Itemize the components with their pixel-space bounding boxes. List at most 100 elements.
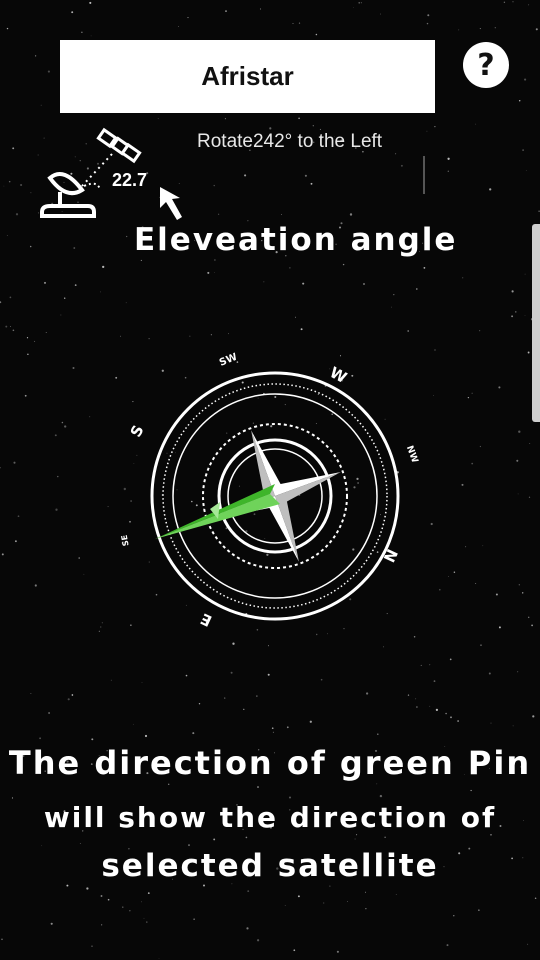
- star-dot: [426, 22, 429, 25]
- star-dot: [479, 28, 481, 30]
- star-dot: [435, 708, 439, 712]
- star-dot: [446, 944, 449, 947]
- star-dot: [192, 732, 195, 735]
- star-dot: [146, 921, 148, 923]
- star-dot: [426, 130, 428, 132]
- star-dot: [259, 8, 261, 10]
- caption-line-2: will show the direction of: [43, 801, 497, 834]
- star-dot: [210, 334, 212, 336]
- star-dot: [193, 918, 195, 920]
- star-dot: [354, 838, 356, 840]
- star-dot: [132, 723, 134, 725]
- star-dot: [479, 330, 481, 332]
- star-dot: [400, 164, 403, 167]
- star-dot: [101, 924, 103, 926]
- star-dot: [415, 698, 417, 700]
- star-dot: [480, 644, 482, 646]
- star-dot: [461, 483, 464, 486]
- star-dot: [141, 901, 142, 903]
- star-dot: [312, 125, 314, 127]
- star-dot: [284, 905, 286, 906]
- star-dot: [447, 170, 449, 172]
- star-dot: [447, 157, 450, 160]
- star-dot: [230, 671, 233, 674]
- star-dot: [148, 338, 150, 340]
- star-dot: [187, 17, 189, 19]
- star-dot: [11, 797, 14, 799]
- star-dot: [30, 692, 32, 694]
- star-dot: [347, 901, 348, 902]
- star-dot: [420, 664, 422, 666]
- star-dot: [342, 263, 345, 266]
- star-dot: [147, 892, 150, 894]
- star-dot: [17, 515, 20, 518]
- star-dot: [15, 213, 19, 216]
- star-dot: [27, 353, 29, 356]
- star-dot: [395, 153, 397, 155]
- star-dot: [292, 23, 294, 24]
- star-dot: [50, 922, 53, 925]
- star-dot: [48, 712, 51, 714]
- star-dot: [141, 682, 143, 683]
- star-dot: [267, 673, 270, 676]
- star-dot: [74, 284, 77, 286]
- star-dot: [13, 461, 16, 464]
- help-button[interactable]: ?: [463, 42, 509, 88]
- star-dot: [263, 281, 265, 283]
- star-dot: [379, 794, 383, 798]
- satellite-selector[interactable]: Afristar: [60, 40, 435, 113]
- star-dot: [272, 731, 274, 733]
- star-dot: [518, 584, 520, 586]
- star-dot: [185, 674, 188, 677]
- star-dot: [269, 127, 272, 130]
- star-dot: [377, 733, 379, 735]
- star-dot: [453, 915, 455, 917]
- star-dot: [12, 329, 15, 332]
- star-dot: [91, 738, 94, 741]
- star-dot: [8, 180, 11, 183]
- star-dot: [214, 259, 216, 261]
- star-dot: [71, 694, 74, 696]
- star-dot: [475, 582, 477, 584]
- star-dot: [407, 330, 410, 332]
- star-dot: [67, 698, 70, 701]
- star-dot: [527, 616, 530, 619]
- star-dot: [376, 783, 378, 785]
- star-dot: [245, 836, 248, 839]
- star-dot: [528, 4, 530, 6]
- star-dot: [102, 265, 105, 269]
- star-dot: [189, 335, 191, 337]
- star-dot: [34, 55, 37, 57]
- star-dot: [336, 950, 339, 953]
- star-dot: [423, 267, 426, 269]
- star-dot: [101, 622, 103, 624]
- star-dot: [224, 118, 226, 120]
- compass-needle: [209, 430, 341, 562]
- star-dot: [158, 958, 160, 959]
- compass[interactable]: SW W NW N E S SE: [120, 344, 430, 644]
- star-dot: [289, 267, 291, 269]
- star-dot: [471, 392, 473, 394]
- star-dot: [225, 10, 227, 12]
- star-dot: [309, 720, 312, 723]
- star-dot: [522, 149, 524, 151]
- star-dot: [72, 366, 75, 370]
- star-dot: [5, 325, 8, 328]
- star-dot: [300, 328, 303, 331]
- compass-label-e: E: [198, 609, 215, 630]
- star-dot: [458, 29, 460, 31]
- star-dot: [494, 27, 496, 29]
- star-dot: [518, 99, 521, 102]
- star-dot: [167, 783, 170, 786]
- star-dot: [315, 33, 318, 36]
- star-dot: [122, 906, 124, 908]
- scrollbar[interactable]: [532, 224, 540, 422]
- star-dot: [213, 184, 215, 187]
- elevation-value: 22.7: [112, 170, 148, 190]
- star-dot: [532, 715, 535, 718]
- star-dot: [503, 1, 506, 3]
- star-dot: [415, 288, 418, 290]
- elevation-angle-label: Eleveation angle: [134, 222, 458, 258]
- star-dot: [531, 624, 533, 627]
- star-dot: [457, 720, 459, 722]
